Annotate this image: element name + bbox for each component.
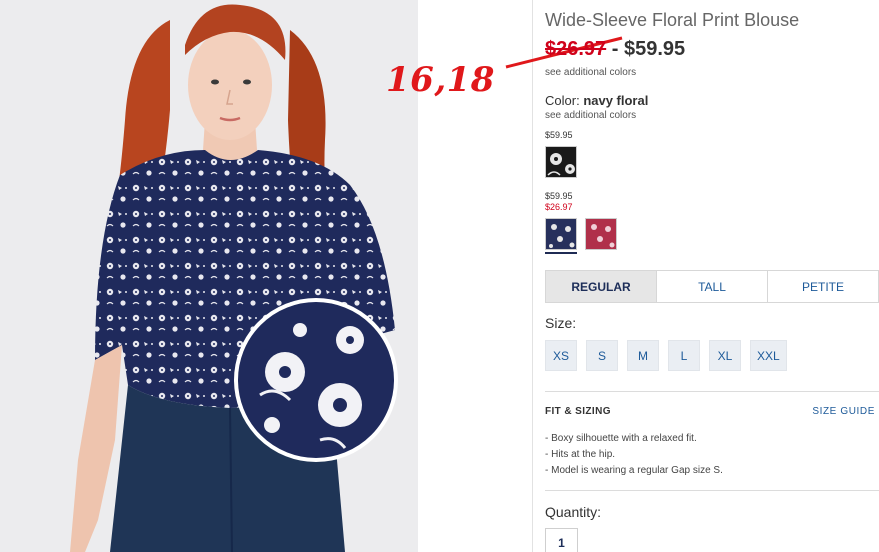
divider	[545, 391, 879, 392]
size-xl-button[interactable]: XL	[709, 340, 741, 371]
size-label: Size:	[545, 315, 577, 331]
current-price: $59.95	[623, 38, 686, 60]
product-title: Wide-Sleeve Floral Print Blouse	[545, 10, 800, 30]
list-item: - Hits at the hip.	[545, 449, 616, 460]
fit-tabs: REGULAR TALL PETITE	[545, 270, 879, 303]
color-swatch-red-floral[interactable]	[585, 218, 617, 250]
color-label: Color:	[545, 93, 580, 108]
color-swatch-black-floral[interactable]	[545, 146, 577, 178]
size-m-button[interactable]: M	[627, 340, 659, 371]
tab-regular[interactable]: REGULAR	[546, 271, 657, 302]
see-additional-colors-link[interactable]: see additional colors	[545, 67, 636, 78]
size-xs-button[interactable]: XS	[545, 340, 577, 371]
color-label-row: Color: navy floral	[545, 93, 648, 108]
price-annotation: 16,18	[386, 60, 495, 100]
size-s-button[interactable]: S	[586, 340, 618, 371]
quantity-input[interactable]: 1	[545, 528, 578, 552]
fit-sizing-heading: FIT & SIZING	[545, 406, 611, 417]
size-guide-link[interactable]: SIZE GUIDE	[812, 406, 875, 417]
black-floral-pattern-icon	[547, 153, 575, 176]
color-swatch-navy-floral[interactable]	[545, 218, 577, 250]
size-xxl-button[interactable]: XXL	[750, 340, 787, 371]
navy-floral-pattern-icon	[549, 224, 575, 248]
price-separator: -	[611, 38, 619, 60]
color-value: navy floral	[583, 93, 649, 108]
tab-petite[interactable]: PETITE	[768, 271, 878, 302]
selected-swatch-indicator	[545, 252, 577, 254]
quantity-label: Quantity:	[545, 504, 602, 520]
tab-tall[interactable]: TALL	[657, 271, 768, 302]
product-image[interactable]	[0, 0, 418, 552]
fit-details-list: - Boxy silhouette with a relaxed fit. - …	[545, 431, 723, 479]
size-l-button[interactable]: L	[668, 340, 700, 371]
price-row: $26.97 - $59.95	[545, 38, 685, 61]
divider	[545, 490, 879, 491]
red-floral-pattern-icon	[591, 224, 615, 248]
swatch-price: $59.95	[545, 130, 573, 140]
model-photo	[0, 0, 418, 552]
see-additional-colors-link-2[interactable]: see additional colors	[545, 110, 636, 121]
list-item: - Model is wearing a regular Gap size S.	[545, 465, 723, 476]
swatch-sale-price: $26.97	[545, 202, 573, 212]
panel-divider	[532, 0, 533, 552]
size-options: XS S M L XL XXL	[545, 340, 787, 371]
original-price: $26.97	[545, 38, 607, 60]
list-item: - Boxy silhouette with a relaxed fit.	[545, 433, 697, 444]
swatch-price: $59.95	[545, 191, 573, 201]
